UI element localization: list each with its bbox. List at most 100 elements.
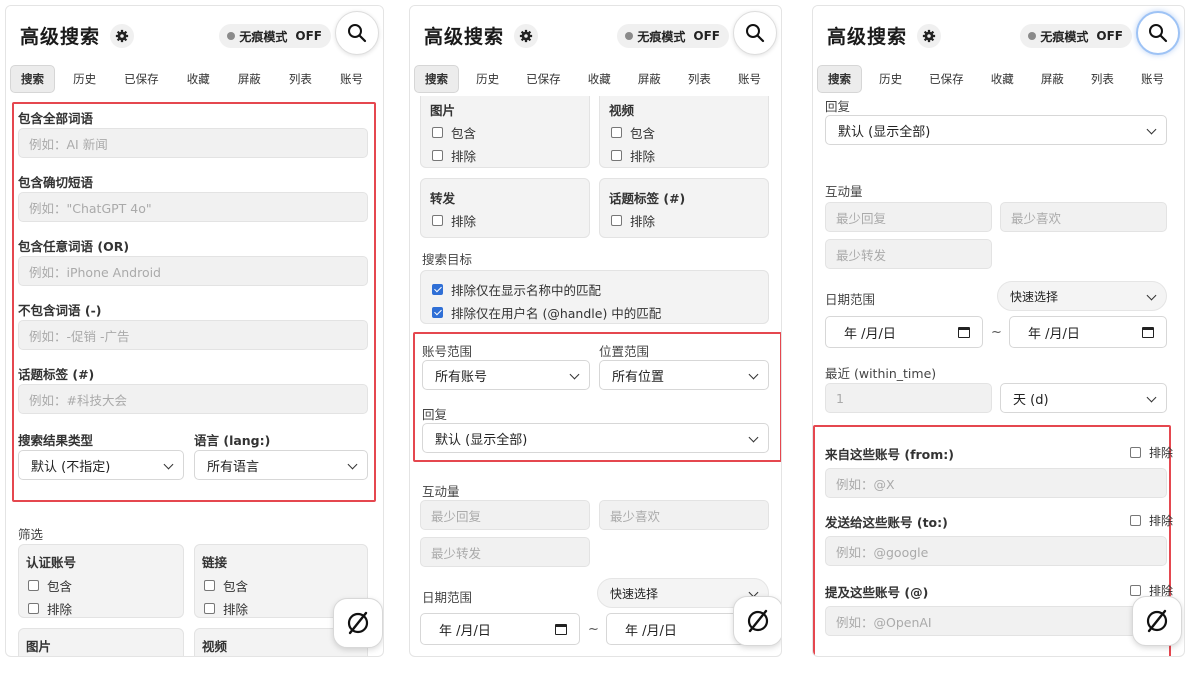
search-button[interactable]: [335, 11, 379, 55]
tab-accounts[interactable]: 账号: [728, 65, 771, 93]
search-icon: [348, 24, 367, 43]
links-include-checkbox[interactable]: 包含: [204, 576, 248, 595]
checkbox-label: 包含: [47, 579, 73, 594]
start-date-input[interactable]: 年 /月/日: [420, 613, 580, 645]
recent-value-input[interactable]: 1: [825, 383, 992, 413]
min-retweets-input[interactable]: 最少转发: [420, 537, 590, 567]
from-label: 来自这些账号 (from:): [825, 447, 954, 462]
tab-search[interactable]: 搜索: [10, 65, 55, 93]
tab-history[interactable]: 历史: [869, 65, 912, 93]
verified-include-checkbox[interactable]: 包含: [28, 576, 72, 595]
tab-blocked[interactable]: 屏蔽: [1031, 65, 1074, 93]
from-input[interactable]: 例如：@X: [825, 468, 1167, 498]
checkbox-box[interactable]: [611, 127, 622, 138]
slash-circle-icon: [747, 609, 769, 633]
min-replies-input[interactable]: 最少回复: [825, 202, 992, 232]
incognito-toggle[interactable]: 无痕模式 OFF: [219, 24, 331, 48]
tab-search[interactable]: 搜索: [414, 65, 459, 93]
header: 高级搜索 无痕模式 OFF: [813, 6, 1184, 62]
checkbox-box[interactable]: [1130, 447, 1141, 458]
checkbox-box[interactable]: [1130, 585, 1141, 596]
min-replies-input[interactable]: 最少回复: [420, 500, 590, 530]
tab-saved[interactable]: 已保存: [919, 65, 974, 93]
checkbox-box[interactable]: [432, 215, 443, 226]
to-input[interactable]: 例如：@google: [825, 536, 1167, 566]
videos-exclude-checkbox[interactable]: 排除: [611, 146, 655, 165]
tab-history[interactable]: 历史: [466, 65, 509, 93]
slash-circle-icon: [1146, 609, 1168, 633]
tab-accounts[interactable]: 账号: [1131, 65, 1174, 93]
images-exclude-checkbox[interactable]: 排除: [432, 146, 476, 165]
search-button[interactable]: [733, 11, 777, 55]
retweets-label: 转发: [430, 191, 456, 206]
videos-include-checkbox[interactable]: 包含: [611, 123, 655, 142]
tab-saved[interactable]: 已保存: [114, 65, 169, 93]
links-label: 链接: [202, 555, 228, 570]
links-exclude-checkbox[interactable]: 排除: [204, 599, 248, 618]
checkbox-label: 排除: [1149, 446, 1174, 460]
tab-history[interactable]: 历史: [63, 65, 106, 93]
checkbox-box[interactable]: [432, 150, 443, 161]
gear-icon[interactable]: [514, 24, 538, 48]
calendar-icon[interactable]: [555, 624, 567, 635]
checkbox-box[interactable]: [1130, 515, 1141, 526]
panel-search-filters: 高级搜索 无痕模式 OFF 搜索 历史 已保存 收藏 屏蔽 列表 账号 图片 包含…: [409, 5, 782, 657]
tab-lists[interactable]: 列表: [279, 65, 322, 93]
end-date-input[interactable]: 年 /月/日: [1009, 316, 1167, 348]
checkbox-box[interactable]: [28, 603, 39, 614]
tab-lists[interactable]: 列表: [678, 65, 721, 93]
min-likes-input[interactable]: 最少喜欢: [599, 500, 769, 530]
tab-lists[interactable]: 列表: [1081, 65, 1124, 93]
tab-blocked[interactable]: 屏蔽: [628, 65, 671, 93]
recent-unit-select[interactable]: 天 (d): [1000, 383, 1167, 413]
checkbox-box[interactable]: [28, 580, 39, 591]
checkbox-box[interactable]: [611, 150, 622, 161]
gear-icon[interactable]: [110, 24, 134, 48]
fab-button[interactable]: [1132, 596, 1182, 646]
tab-favorites[interactable]: 收藏: [578, 65, 621, 93]
verified-exclude-checkbox[interactable]: 排除: [28, 599, 72, 618]
checkbox-box[interactable]: [204, 580, 215, 591]
checkbox-box-checked[interactable]: [432, 307, 443, 318]
min-likes-input[interactable]: 最少喜欢: [1000, 202, 1167, 232]
tab-favorites[interactable]: 收藏: [981, 65, 1024, 93]
search-button[interactable]: [1136, 11, 1180, 55]
search-icon: [746, 24, 765, 43]
checkbox-box[interactable]: [432, 127, 443, 138]
from-exclude-checkbox[interactable]: 排除: [1130, 444, 1173, 461]
start-date-input[interactable]: 年 /月/日: [825, 316, 983, 348]
slash-circle-icon: [347, 611, 369, 635]
exclude-handle-checkbox[interactable]: 排除仅在用户名 (@handle) 中的匹配: [432, 303, 661, 322]
tab-saved[interactable]: 已保存: [516, 65, 571, 93]
calendar-icon[interactable]: [958, 327, 970, 338]
min-retweets-input[interactable]: 最少转发: [825, 239, 992, 269]
checkbox-label: 包含: [223, 579, 249, 594]
hashtag-filter-exclude-checkbox[interactable]: 排除: [611, 211, 655, 230]
tab-bar: 搜索 历史 已保存 收藏 屏蔽 列表 账号: [10, 64, 383, 94]
checkbox-box[interactable]: [204, 603, 215, 614]
exclude-display-name-checkbox[interactable]: 排除仅在显示名称中的匹配: [432, 280, 601, 299]
tab-favorites[interactable]: 收藏: [177, 65, 220, 93]
gear-icon[interactable]: [917, 24, 941, 48]
date-placeholder: 年 /月/日: [1028, 326, 1080, 342]
fab-button[interactable]: [333, 598, 383, 648]
mentions-input[interactable]: 例如：@OpenAI: [825, 606, 1167, 636]
highlight-box: [413, 332, 781, 462]
tab-accounts[interactable]: 账号: [330, 65, 373, 93]
engagement-label: 互动量: [825, 184, 863, 199]
tab-search[interactable]: 搜索: [817, 65, 862, 93]
quick-select[interactable]: 快速选择: [997, 281, 1167, 311]
calendar-icon[interactable]: [1142, 327, 1154, 338]
to-exclude-checkbox[interactable]: 排除: [1130, 512, 1173, 529]
checkbox-box[interactable]: [611, 215, 622, 226]
retweets-exclude-checkbox[interactable]: 排除: [432, 211, 476, 230]
tab-blocked[interactable]: 屏蔽: [228, 65, 271, 93]
incognito-toggle[interactable]: 无痕模式 OFF: [1020, 24, 1132, 48]
incognito-toggle[interactable]: 无痕模式 OFF: [617, 24, 729, 48]
incognito-label: 无痕模式: [239, 29, 288, 44]
replies-select[interactable]: 默认 (显示全部): [825, 115, 1167, 145]
fab-button[interactable]: [733, 596, 781, 646]
checkbox-box-checked[interactable]: [432, 284, 443, 295]
incognito-state: OFF: [693, 29, 720, 43]
images-include-checkbox[interactable]: 包含: [432, 123, 476, 142]
